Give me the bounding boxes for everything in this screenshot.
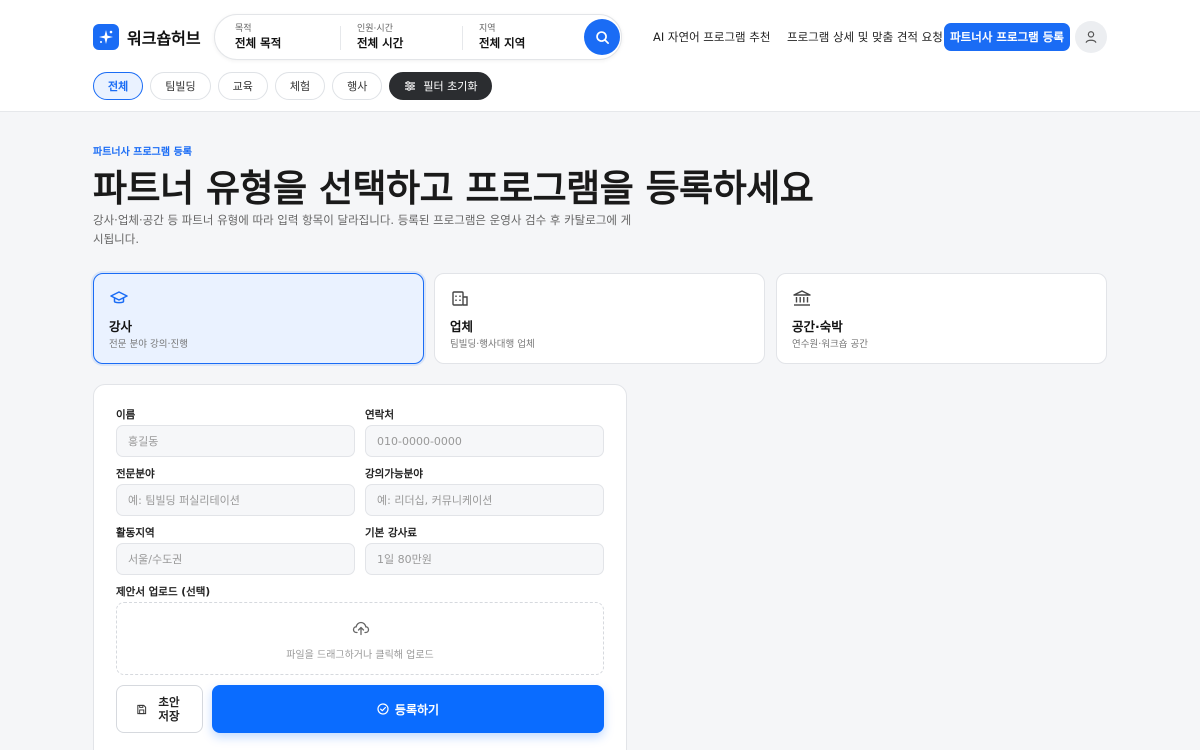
chip-all[interactable]: 전체 <box>93 72 144 100</box>
upload-cloud-icon <box>352 619 370 641</box>
registration-form: 이름 홍길동 연락처 010-0000-0000 전문분야 예: 팀빌딩 퍼실리… <box>93 384 627 750</box>
search-icon <box>595 30 609 44</box>
specialty-label: 전문분야 <box>116 468 155 480</box>
section-eyebrow: 파트너사 프로그램 등록 <box>93 147 192 158</box>
partner-type-venue[interactable]: 공간·숙박 연수원·워크숍 공간 <box>776 273 1107 364</box>
save-draft-label: 초안 저장 <box>158 695 180 723</box>
name-label: 이름 <box>116 409 136 421</box>
page-description: 강사·업체·공간 등 파트너 유형에 따라 입력 항목이 달라집니다. 등록된 … <box>93 213 632 246</box>
partner-register-button[interactable]: 파트너사 프로그램 등록 <box>944 23 1070 51</box>
profile-button[interactable] <box>1075 21 1107 53</box>
chip-experience[interactable]: 체험 <box>274 72 326 100</box>
name-input[interactable]: 홍길동 <box>116 425 355 457</box>
logo[interactable]: 워크숍허브 <box>93 24 201 50</box>
search-bar: 목적 전체 목적 인원·시간 전체 시간 지역 전체 지역 <box>214 14 622 60</box>
partner-type-desc: 전문 분야 강의·진행 <box>109 339 188 350</box>
partner-type-title: 공간·숙박 <box>792 319 843 334</box>
partner-type-title: 강사 <box>109 319 133 334</box>
file-dropzone[interactable]: 파일을 드래그하거나 클릭해 업로드 <box>116 602 604 675</box>
page-title: 파트너 유형을 선택하고 프로그램을 등록하세요 <box>93 167 814 210</box>
fee-input[interactable]: 1일 80만원 <box>365 543 604 575</box>
landmark-icon <box>792 289 812 307</box>
dropzone-hint: 파일을 드래그하거나 클릭해 업로드 <box>286 650 434 661</box>
area-label: 활동지역 <box>116 527 155 539</box>
topics-label: 강의가능분야 <box>365 468 423 480</box>
top-header: 워크숍허브 목적 전체 목적 인원·시간 전체 시간 지역 전체 지역 AI 자… <box>0 0 1200 112</box>
check-circle-icon <box>377 703 389 715</box>
partner-type-company[interactable]: 업체 팀빌딩·행사대행 업체 <box>434 273 765 364</box>
region-value: 전체 지역 <box>479 36 526 50</box>
contact-input[interactable]: 010-0000-0000 <box>365 425 604 457</box>
divider <box>340 26 341 50</box>
nav-quote-request[interactable]: 프로그램 상세 및 맞춤 견적 요청 <box>787 29 943 45</box>
partner-type-desc: 연수원·워크숍 공간 <box>792 339 868 350</box>
partner-type-title: 업체 <box>450 319 474 334</box>
partner-type-desc: 팀빌딩·행사대행 업체 <box>450 339 535 350</box>
submit-label: 등록하기 <box>394 702 440 717</box>
chip-education[interactable]: 교육 <box>217 72 268 100</box>
topics-input[interactable]: 예: 리더십, 커뮤니케이션 <box>365 484 604 516</box>
people-time-filter[interactable]: 인원·시간 전체 시간 <box>357 23 403 53</box>
region-filter[interactable]: 지역 전체 지역 <box>479 23 525 53</box>
category-chips: 전체 팀빌딩 교육 체험 행사 필터 초기화 <box>93 72 493 100</box>
building-icon <box>450 289 470 307</box>
search-button[interactable] <box>584 19 620 55</box>
nav-ai-recommend[interactable]: AI 자연어 프로그램 추천 <box>653 29 770 45</box>
graduation-cap-icon <box>109 289 129 307</box>
area-input[interactable]: 서울/수도권 <box>116 543 355 575</box>
sliders-icon <box>405 81 416 91</box>
divider <box>462 26 463 50</box>
user-icon <box>1085 31 1097 43</box>
region-label: 지역 <box>479 24 496 34</box>
purpose-label: 목적 <box>235 24 252 34</box>
specialty-input[interactable]: 예: 팀빌딩 퍼실리테이션 <box>116 484 355 516</box>
chip-event[interactable]: 행사 <box>332 72 383 100</box>
save-draft-button[interactable]: 초안 저장 <box>116 685 203 733</box>
reset-filter-label: 필터 초기화 <box>423 80 478 93</box>
partner-type-instructor[interactable]: 강사 전문 분야 강의·진행 <box>93 273 424 364</box>
save-icon <box>137 704 147 714</box>
brand-name: 워크숍허브 <box>127 29 201 48</box>
reset-filter-button[interactable]: 필터 초기화 <box>389 72 493 100</box>
people-time-label: 인원·시간 <box>357 24 393 34</box>
fee-label: 기본 강사료 <box>365 527 417 539</box>
sparkle-icon <box>93 24 119 50</box>
purpose-value: 전체 목적 <box>235 36 282 50</box>
chip-teambuilding[interactable]: 팀빌딩 <box>150 72 211 100</box>
people-time-value: 전체 시간 <box>357 36 404 50</box>
contact-label: 연락처 <box>365 409 394 421</box>
submit-button[interactable]: 등록하기 <box>212 685 604 733</box>
purpose-filter[interactable]: 목적 전체 목적 <box>235 23 281 53</box>
upload-label: 제안서 업로드 (선택) <box>116 586 211 598</box>
